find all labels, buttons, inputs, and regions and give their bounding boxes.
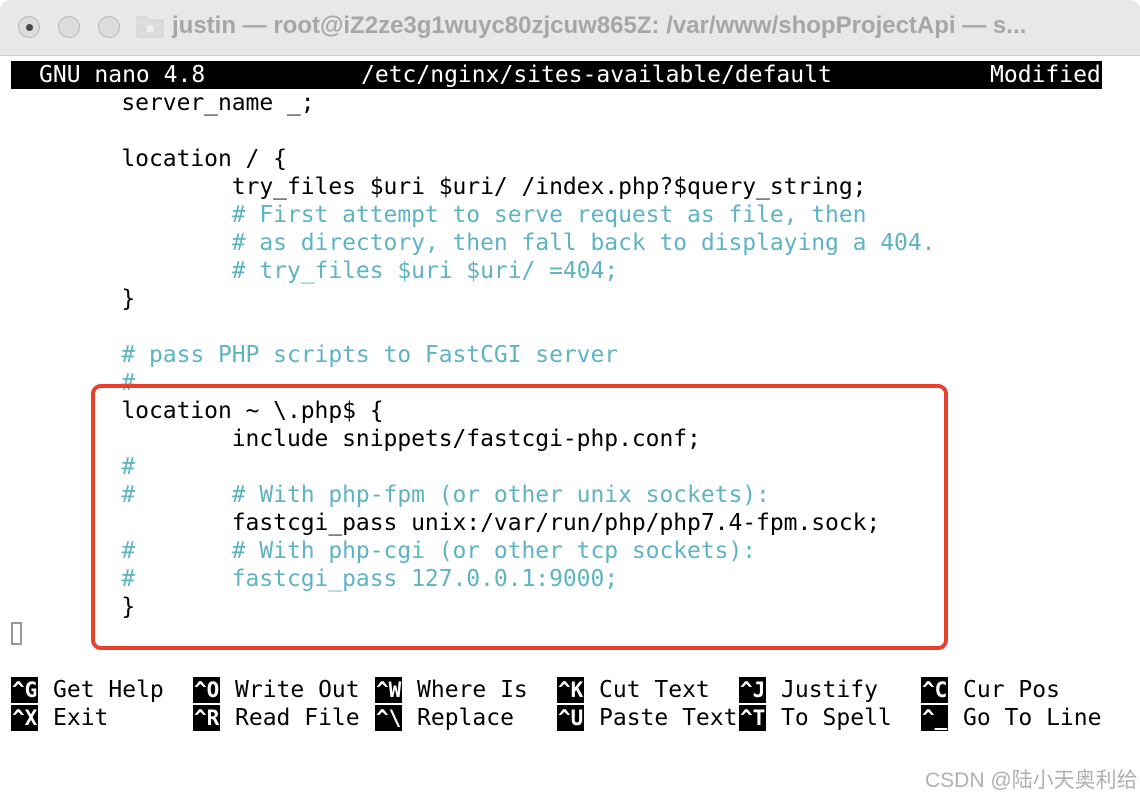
shortcut-key: ^K bbox=[557, 677, 585, 703]
shortcut-label: Paste Text bbox=[599, 705, 738, 731]
close-button[interactable] bbox=[18, 16, 40, 38]
shortcut-label: Where Is bbox=[417, 677, 528, 703]
code-line: try_files $uri $uri/ /index.php?$query_s… bbox=[11, 174, 867, 200]
shortcut-key: ^W bbox=[375, 677, 403, 703]
shortcut-key: ^J bbox=[739, 677, 767, 703]
shortcut-key: ^T bbox=[739, 705, 767, 731]
zoom-button[interactable] bbox=[98, 16, 120, 38]
watermark: CSDN @陆小天奥利给 bbox=[925, 769, 1138, 792]
comment-line: # as directory, then fall back to displa… bbox=[11, 230, 936, 256]
shortcut-key: ^U bbox=[557, 705, 585, 731]
text-cursor bbox=[11, 622, 22, 645]
shortcut-label: Cur Pos bbox=[963, 677, 1060, 703]
highlight-annotation-box bbox=[91, 384, 948, 650]
shortcut-label: Exit bbox=[53, 705, 109, 731]
shortcut-label: Read File bbox=[235, 705, 360, 731]
code-line: location / { bbox=[11, 146, 287, 172]
shortcut-key: ^O bbox=[193, 677, 221, 703]
shortcut-key: ^_ bbox=[921, 705, 949, 731]
home-folder-icon bbox=[136, 16, 164, 38]
shortcut-key: ^R bbox=[193, 705, 221, 731]
nano-title-bar: GNU nano 4.8 /etc/nginx/sites-available/… bbox=[11, 61, 1102, 89]
window-title: justin — root@iZ2ze3g1wuyc80zjcuw865Z: /… bbox=[172, 12, 1027, 39]
nano-version: GNU nano 4.8 bbox=[39, 62, 206, 88]
shortcut-key: ^G bbox=[11, 677, 39, 703]
shortcut-key: ^C bbox=[921, 677, 949, 703]
shortcut-key: ^\ bbox=[375, 705, 403, 731]
shortcut-label: Get Help bbox=[53, 677, 164, 703]
modified-status: Modified bbox=[990, 62, 1101, 88]
code-line: } bbox=[11, 286, 136, 312]
shortcut-label: Go To Line bbox=[963, 705, 1102, 731]
minimize-button[interactable] bbox=[58, 16, 80, 38]
shortcut-label: To Spell bbox=[781, 705, 892, 731]
terminal[interactable]: GNU nano 4.8 /etc/nginx/sites-available/… bbox=[0, 56, 1140, 792]
comment-line: # try_files $uri $uri/ =404; bbox=[11, 258, 619, 284]
shortcut-label: Write Out bbox=[235, 677, 360, 703]
shortcut-key: ^X bbox=[11, 705, 39, 731]
shortcut-label: Justify bbox=[781, 677, 878, 703]
active-dot-icon bbox=[26, 24, 33, 31]
shortcut-label: Replace bbox=[417, 705, 514, 731]
comment-line: # First attempt to serve request as file… bbox=[11, 202, 867, 228]
shortcut-label: Cut Text bbox=[599, 677, 710, 703]
window-titlebar: justin — root@iZ2ze3g1wuyc80zjcuw865Z: /… bbox=[0, 0, 1140, 56]
code-line: server_name _; bbox=[11, 90, 315, 116]
comment-line: # pass PHP scripts to FastCGI server bbox=[11, 342, 619, 368]
file-path: /etc/nginx/sites-available/default bbox=[361, 62, 832, 88]
